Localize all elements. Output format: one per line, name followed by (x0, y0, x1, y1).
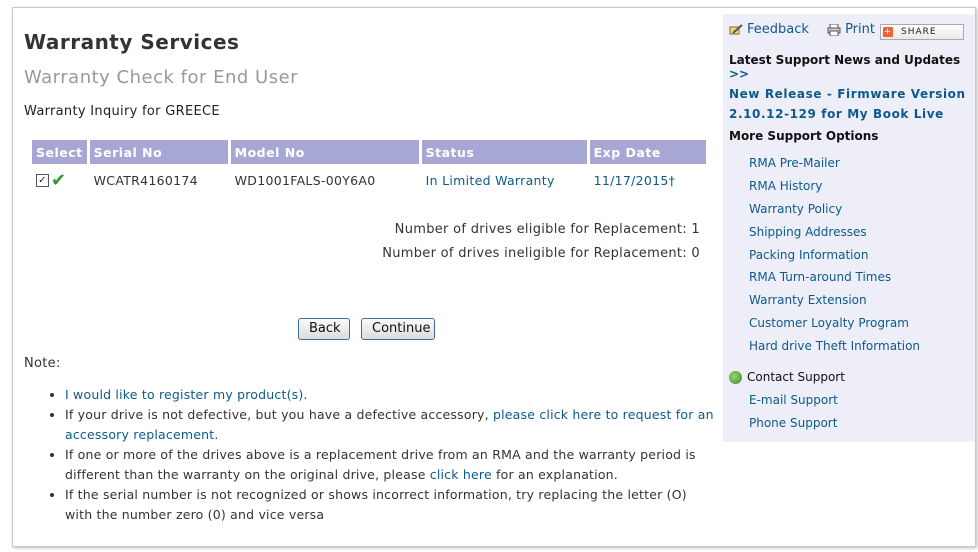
inquiry-heading: Warranty Inquiry for GREECE (24, 104, 220, 119)
share-label: SHARE (901, 27, 937, 37)
note-text: . (214, 427, 219, 442)
packing-information-link[interactable]: Packing Information (749, 248, 868, 262)
shipping-addresses-link[interactable]: Shipping Addresses (749, 225, 867, 239)
ineligible-count: Number of drives ineligible for Replacem… (382, 246, 700, 261)
warranty-policy-link[interactable]: Warranty Policy (749, 202, 842, 216)
list-item: If one or more of the drives above is a … (65, 445, 715, 485)
list-item: If the serial number is not recognized o… (65, 485, 715, 525)
email-support-link[interactable]: E-mail Support (749, 393, 838, 407)
support-options-list: RMA Pre-Mailer RMA History Warranty Poli… (749, 153, 920, 359)
header-status: Status (421, 140, 587, 164)
eligible-label: Number of drives eligible for Replacemen… (394, 222, 687, 237)
contact-support: Contact Support E-mail Support Phone Sup… (729, 369, 845, 438)
news-more-link[interactable]: >> (729, 67, 749, 81)
share-button[interactable]: + SHARE (880, 24, 964, 40)
serial-cell: WCATR4160174 (93, 172, 198, 188)
back-button[interactable]: Back (298, 318, 350, 340)
continue-button[interactable]: Continue (361, 318, 435, 340)
release-line-2: 2.10.12-129 for My Book Live (729, 107, 944, 121)
select-checkbox[interactable]: ✓ (36, 173, 49, 187)
release-news-link[interactable]: New Release - Firmware Version 2.10.12-1… (729, 84, 966, 124)
explanation-link[interactable]: click here (430, 467, 492, 482)
news-heading: Latest Support News and Updates >> (729, 53, 978, 81)
notes-list: I would like to register my product(s). … (48, 385, 715, 525)
more-options-heading: More Support Options (729, 129, 879, 143)
exp-date-link[interactable]: 11/17/2015† (594, 173, 676, 188)
contact-heading-text: Contact Support (747, 370, 845, 384)
eligible-count: Number of drives eligible for Replacemen… (395, 222, 700, 237)
note-label: Note: (24, 356, 61, 371)
print-link[interactable]: Print (827, 22, 875, 37)
select-cell: ✓ ✔ (32, 164, 87, 196)
list-item: I would like to register my product(s). (65, 385, 715, 405)
ineligible-label: Number of drives ineligible for Replacem… (382, 246, 687, 261)
page-title: Warranty Services (24, 30, 240, 54)
release-line-1: New Release - Firmware Version (729, 87, 966, 101)
customer-loyalty-link[interactable]: Customer Loyalty Program (749, 316, 909, 330)
news-heading-text: Latest Support News and Updates (729, 53, 961, 67)
contact-heading: Contact Support (729, 369, 845, 392)
header-serial: Serial No (89, 140, 228, 164)
page-subtitle: Warranty Check for End User (24, 67, 299, 88)
pencil-feedback-icon (729, 23, 743, 34)
feedback-link[interactable]: Feedback (729, 22, 813, 37)
list-item: If your drive is not defective, but you … (65, 405, 715, 445)
status-link[interactable]: In Limited Warranty (426, 173, 555, 188)
table-row: ✓ ✔ WCATR4160174 WD1001FALS-00Y6A0 In Lim… (32, 164, 706, 196)
warranty-extension-link[interactable]: Warranty Extension (749, 293, 867, 307)
note-text: If your drive is not defective, but you … (65, 407, 493, 422)
note-text: for an explanation. (491, 467, 618, 482)
checkmark-icon: ✔ (51, 169, 67, 191)
ineligible-value: 0 (691, 246, 700, 261)
theft-information-link[interactable]: Hard drive Theft Information (749, 339, 920, 353)
printer-icon (827, 23, 841, 36)
note-text: If the serial number is not recognized o… (65, 487, 687, 522)
rma-history-link[interactable]: RMA History (749, 179, 822, 193)
header-select: Select (32, 140, 87, 164)
globe-icon (729, 371, 742, 384)
header-exp-date: Exp Date (589, 140, 706, 164)
rma-turnaround-link[interactable]: RMA Turn-around Times (749, 270, 891, 284)
register-product-link[interactable]: I would like to register my product(s) (65, 387, 303, 402)
note-text: . (303, 387, 308, 402)
header-model: Model No (230, 140, 419, 164)
model-cell: WD1001FALS-00Y6A0 (234, 172, 376, 188)
print-label: Print (845, 22, 875, 37)
eligible-value: 1 (691, 222, 700, 237)
share-plus-icon: + (883, 27, 893, 37)
rma-pre-mailer-link[interactable]: RMA Pre-Mailer (749, 156, 840, 170)
table-header-row: Select Serial No Model No Status Exp Dat… (32, 140, 706, 164)
warranty-table: Select Serial No Model No Status Exp Dat… (29, 140, 709, 196)
phone-support-link[interactable]: Phone Support (749, 416, 837, 430)
sidebar-toolbar: Feedback Print (729, 22, 875, 37)
feedback-label: Feedback (747, 22, 809, 37)
